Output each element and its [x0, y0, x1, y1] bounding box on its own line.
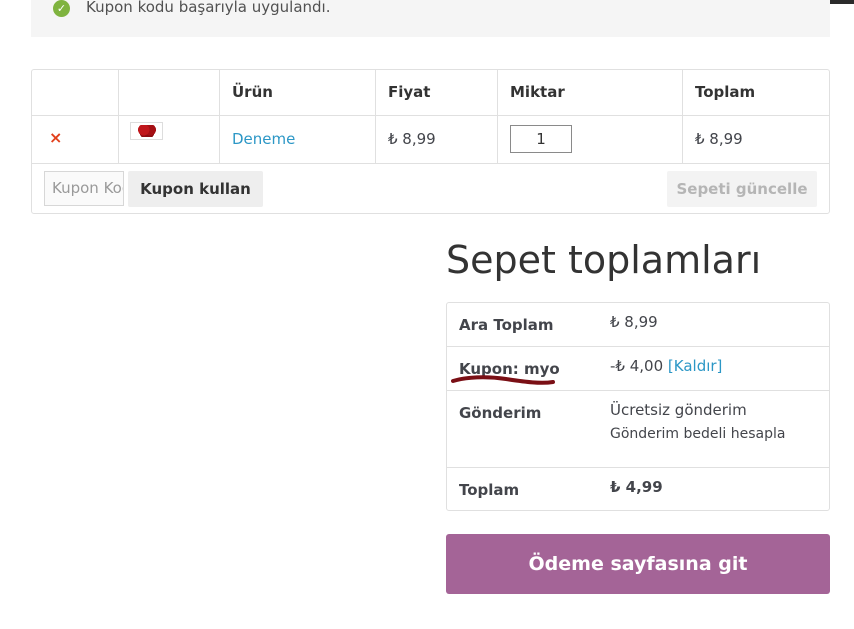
quantity-input[interactable]: 1 [510, 125, 572, 153]
row-divider [32, 163, 829, 164]
product-name-link[interactable]: Deneme [232, 130, 295, 148]
checkmark-icon: ✓ [53, 0, 70, 17]
row-divider [447, 390, 829, 391]
cart-table: Ürün Fiyat Miktar Toplam × Deneme ₺ 8,99… [31, 69, 830, 214]
shipping-value: Ücretsiz gönderim [610, 401, 747, 419]
row-divider [447, 346, 829, 347]
subtotal-label: Ara Toplam [459, 316, 554, 334]
product-thumbnail[interactable] [130, 122, 163, 140]
notice-text: Kupon kodu başarıyla uygulandı. [86, 0, 331, 16]
cart-totals-title: Sepet toplamları [446, 238, 762, 282]
header-product: Ürün [232, 83, 273, 101]
handwritten-underline-mark [451, 375, 555, 385]
column-divider [375, 70, 376, 164]
header-quantity: Miktar [510, 83, 565, 101]
update-cart-button[interactable]: Sepeti güncelle [667, 171, 817, 207]
cart-totals-table: Ara Toplam ₺ 8,99 Kupon: myo -₺ 4,00 [Ka… [446, 302, 830, 511]
success-notice: ✓ Kupon kodu başarıyla uygulandı. [31, 0, 830, 37]
product-price: ₺ 8,99 [388, 130, 436, 148]
coupon-discount-row: -₺ 4,00 [Kaldır] [610, 357, 722, 375]
shipping-label: Gönderim [459, 404, 542, 422]
coupon-code-input[interactable]: Kupon Kodu [44, 171, 124, 206]
subtotal-value: ₺ 8,99 [610, 313, 658, 331]
remove-coupon-link[interactable]: [Kaldır] [668, 357, 723, 375]
column-divider [682, 70, 683, 164]
coupon-value: -₺ 4,00 [610, 357, 664, 375]
apply-coupon-button[interactable]: Kupon kullan [128, 171, 263, 207]
product-subtotal: ₺ 8,99 [695, 130, 743, 148]
total-label: Toplam [459, 481, 520, 499]
total-value: ₺ 4,99 [610, 478, 663, 496]
row-divider [32, 115, 829, 116]
header-price: Fiyat [388, 83, 431, 101]
remove-item-icon[interactable]: × [49, 130, 62, 146]
proceed-to-checkout-button[interactable]: Ödeme sayfasına git [446, 534, 830, 594]
column-divider [118, 70, 119, 164]
column-divider [219, 70, 220, 164]
row-divider [447, 467, 829, 468]
column-divider [497, 70, 498, 164]
header-total: Toplam [695, 83, 756, 101]
shipping-calculator-link[interactable]: Gönderim bedeli hesapla [610, 426, 785, 442]
